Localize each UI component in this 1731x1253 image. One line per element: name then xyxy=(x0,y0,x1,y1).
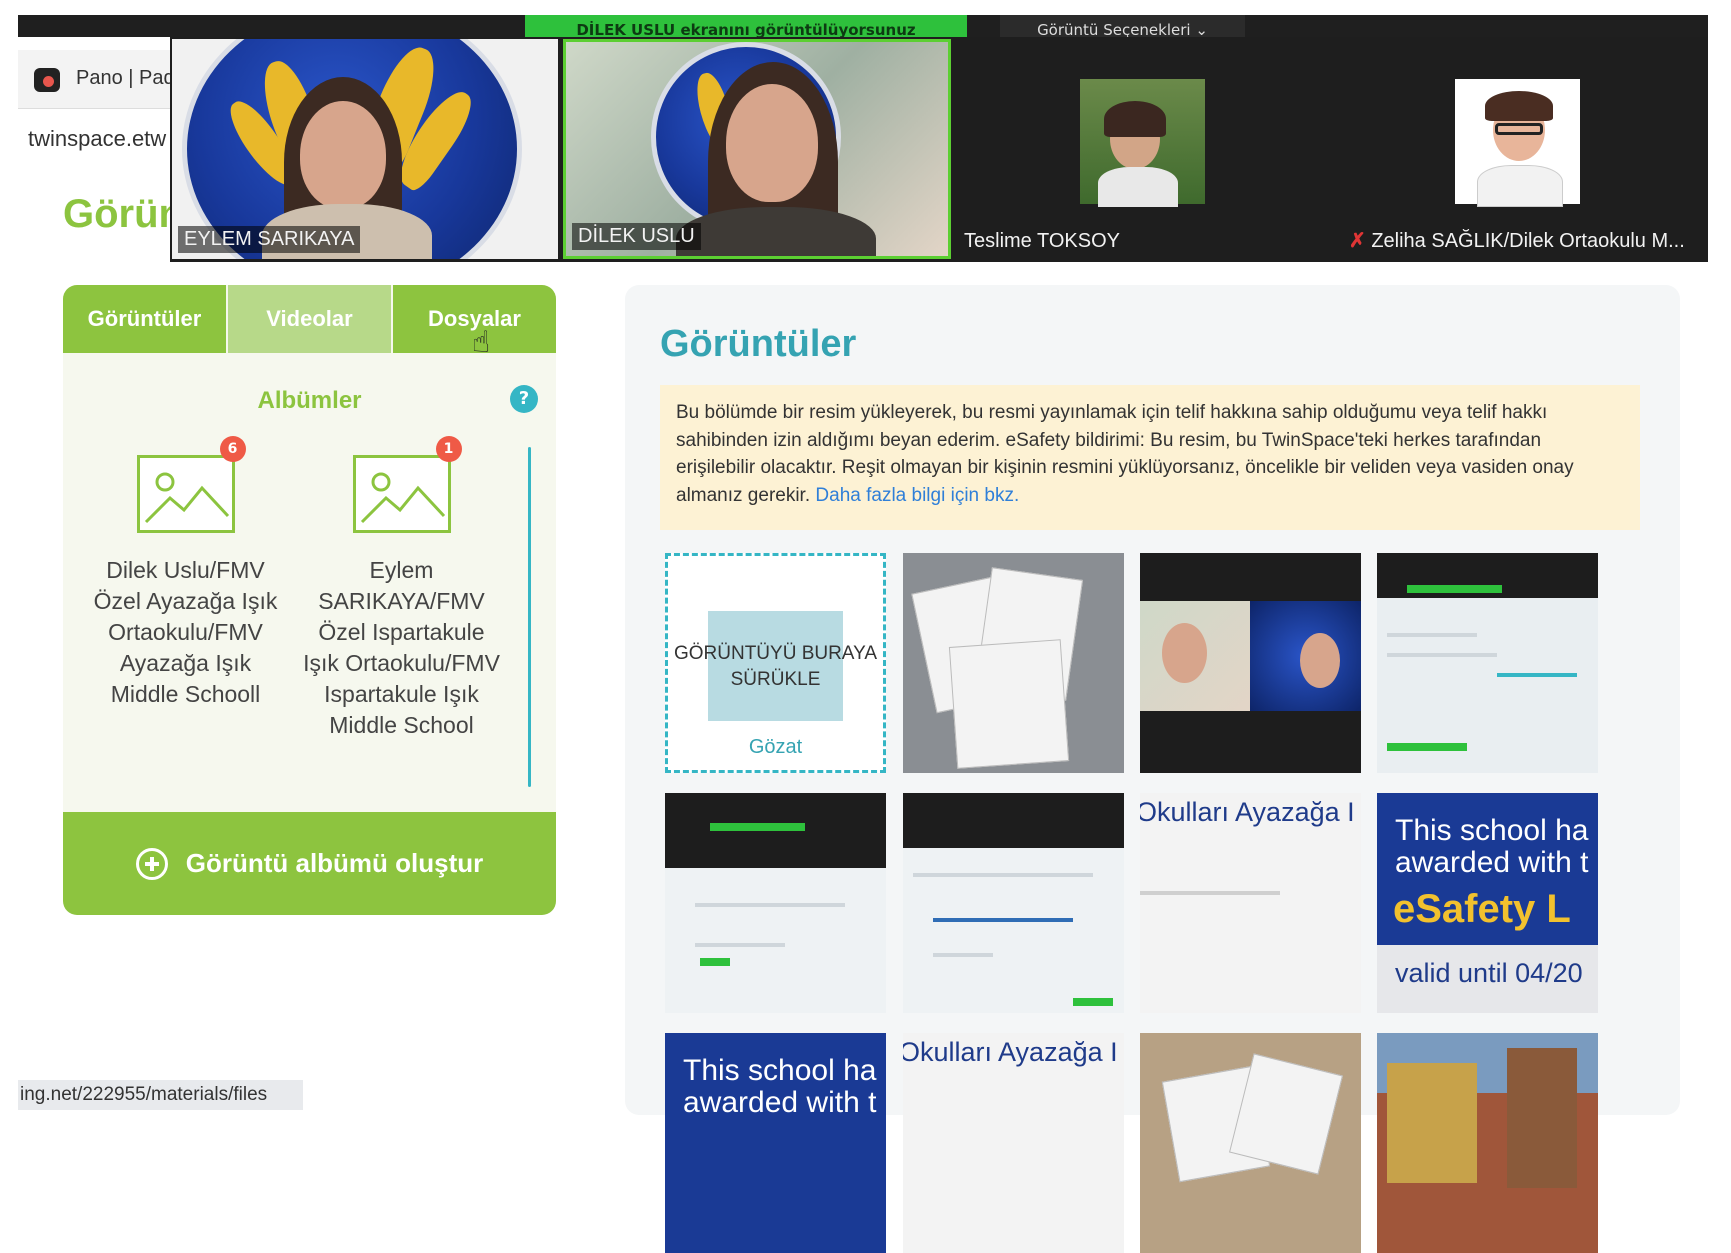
screen-share-banner: DİLEK USLU ekranını görüntülüyorsunuz xyxy=(525,15,967,37)
gallery-panel: Görüntüler Bu bölümde bir resim yükleyer… xyxy=(625,285,1680,1253)
album-name: Eylem SARIKAYA/FMV Özel Ispartakule Işık… xyxy=(303,557,500,738)
video-strip: EYLEM SARIKAYA DİLEK USLU Teslime TOKSOY… xyxy=(170,37,1708,262)
gallery-thumb-video-call[interactable] xyxy=(1140,553,1361,773)
thumb-text: eSafety L xyxy=(1393,887,1571,931)
gallery-thumb-document[interactable]: Okulları Ayazağa I xyxy=(903,1033,1124,1253)
video-tile-dilek-active[interactable]: DİLEK USLU xyxy=(563,39,951,259)
participant-name: EYLEM SARIKAYA xyxy=(178,226,361,253)
tab-images[interactable]: Görüntüler xyxy=(63,285,226,353)
thumb-text: valid until 04/20 xyxy=(1395,958,1583,988)
tab-videos[interactable]: Videolar xyxy=(228,285,391,353)
tab-title: Pano | Pad xyxy=(76,67,175,89)
gallery-thumb-esafety-label[interactable]: This school ha awarded with t xyxy=(665,1033,886,1253)
gallery-thumb-screenshot[interactable] xyxy=(903,793,1124,1013)
drop-zone-text: GÖRÜNTÜYÜ BURAYA SÜRÜKLE xyxy=(673,643,878,690)
gallery-thumb-screenshot[interactable] xyxy=(665,793,886,1013)
album-scrollbar[interactable] xyxy=(528,447,531,787)
status-bar-url: ing.net/222955/materials/files xyxy=(18,1080,303,1110)
gallery-thumb-papers[interactable] xyxy=(903,553,1124,773)
participant-name-row: ✗ Zeliha SAĞLIK/Dilek Ortaokulu M... xyxy=(1349,228,1685,253)
copyright-notice: Bu bölümde bir resim yükleyerek, bu resm… xyxy=(660,385,1640,530)
thumb-text: This school ha xyxy=(683,1054,877,1087)
muted-mic-icon: ✗ xyxy=(1349,230,1366,252)
browser-tab[interactable]: Pano | Pad xyxy=(18,50,178,109)
albums-title: Albümler xyxy=(257,387,362,414)
browse-link[interactable]: Gözat xyxy=(668,736,883,759)
address-bar[interactable]: twinspace.etw xyxy=(18,112,178,167)
view-options-button[interactable]: Görüntü Seçenekleri ⌄ xyxy=(1000,15,1245,37)
album-image-icon: 1 xyxy=(352,436,462,533)
notice-text: Bu bölümde bir resim yükleyerek, bu resm… xyxy=(676,402,1574,506)
album-panel: Görüntüler Videolar Dosyalar ☝ Albümler … xyxy=(63,285,556,915)
create-album-label: Görüntü albümü oluştur xyxy=(185,848,484,878)
thumb-text: awarded with t xyxy=(1395,846,1589,879)
mouse-cursor-icon: ☝ xyxy=(472,325,491,360)
album-item[interactable]: 6 Dilek Uslu/FMV Özel Ayazağa Işık Ortao… xyxy=(83,436,288,710)
image-drop-zone[interactable]: GÖRÜNTÜYÜ BURAYA SÜRÜKLE Gözat xyxy=(665,553,886,773)
plus-circle-icon xyxy=(135,847,168,880)
participant-photo xyxy=(1080,79,1205,207)
thumb-text: This school ha xyxy=(1395,814,1589,847)
participant-name: Teslime TOKSOY xyxy=(964,230,1120,252)
more-info-link[interactable]: Daha fazla bilgi için bkz. xyxy=(815,485,1019,506)
video-tile-eylem[interactable]: EYLEM SARIKAYA xyxy=(172,39,558,259)
thumb-text: Okulları Ayazağa I xyxy=(1140,797,1355,827)
video-tile-teslime[interactable]: Teslime TOKSOY xyxy=(958,39,1338,259)
help-icon[interactable]: ? xyxy=(510,385,538,413)
create-album-button[interactable]: Görüntü albümü oluştur xyxy=(63,812,556,915)
padlet-favicon-icon xyxy=(34,68,60,92)
album-name: Dilek Uslu/FMV Özel Ayazağa Işık Ortaoku… xyxy=(93,557,278,707)
video-tile-zeliha[interactable]: ✗ Zeliha SAĞLIK/Dilek Ortaokulu M... xyxy=(1345,39,1705,259)
thumb-text: awarded with t xyxy=(683,1086,877,1119)
participant-name: DİLEK USLU xyxy=(572,223,701,250)
participant-avatar xyxy=(1455,79,1580,207)
album-count-badge: 6 xyxy=(219,436,246,462)
page-heading: Görün xyxy=(63,192,183,236)
gallery-title: Görüntüler xyxy=(660,323,857,365)
gallery-thumb-papers[interactable] xyxy=(1140,1033,1361,1253)
album-count-badge: 1 xyxy=(435,436,462,462)
address-text: twinspace.etw xyxy=(28,126,167,151)
participant-name: Zeliha SAĞLIK/Dilek Ortaokulu M... xyxy=(1371,230,1685,252)
album-image-icon: 6 xyxy=(136,436,246,533)
thumb-text: Okulları Ayazağa I xyxy=(903,1037,1118,1067)
gallery-thumb-photo[interactable] xyxy=(1377,1033,1598,1253)
gallery-thumb-esafety-label[interactable]: This school ha awarded with t eSafety L … xyxy=(1377,793,1598,1013)
album-item[interactable]: 1 Eylem SARIKAYA/FMV Özel Ispartakule Iş… xyxy=(299,436,504,741)
gallery-thumb-screenshot[interactable] xyxy=(1377,553,1598,773)
gallery-thumb-document[interactable]: Okulları Ayazağa I xyxy=(1140,793,1361,1013)
